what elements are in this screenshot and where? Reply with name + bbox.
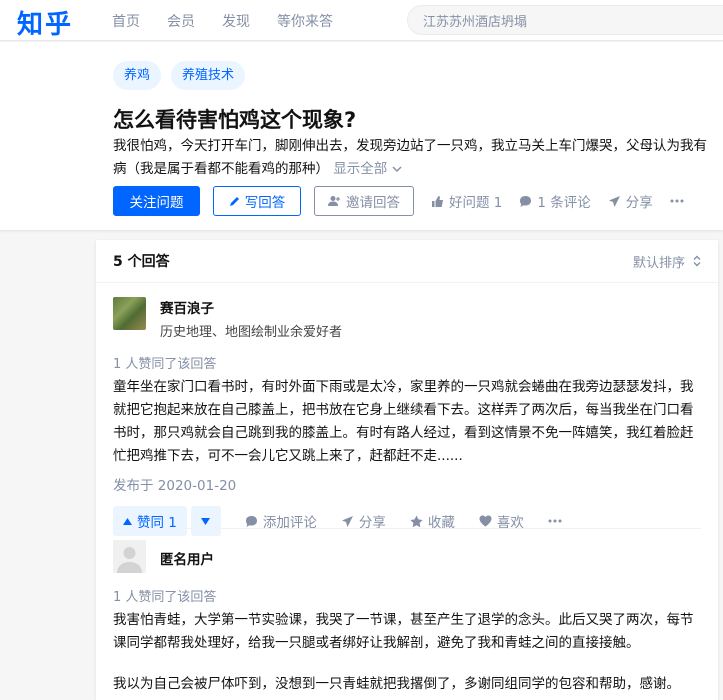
answer-content: 童年坐在家门口看书时，有时外面下雨或是太冷，家里养的一只鸡就会蜷曲在我旁边瑟瑟发… [113,379,694,464]
question-title: 怎么看待害怕鸡这个现象? [113,108,357,132]
comment-icon [519,195,532,208]
answer-author: 赛百浪子 历史地理、地图绘制业余爱好者 [113,297,701,340]
pencil-icon [229,195,241,207]
more-icon [548,519,562,523]
sort-label: 默认排序 [632,255,685,271]
answer-divider [113,528,701,529]
show-all-label: 显示全部 [333,161,388,177]
answers-panel: 5 个回答 默认排序 赛百浪子 历史地理、地图绘制业余爱好者 1 人赞同了该回答… [96,240,718,700]
author-name[interactable]: 赛百浪子 [160,297,342,317]
top-bar: 知乎 首页 会员 发现 等你来答 江苏苏州酒店坍塌 [0,0,723,41]
anonymous-avatar-icon [113,540,146,573]
publish-date[interactable]: 发布于 2020-01-20 [113,474,701,494]
question-share-label: 分享 [625,195,653,211]
share-icon [608,195,621,208]
upvote-button[interactable]: 赞同 1 [113,506,187,536]
follow-question-button[interactable]: 关注问题 [113,186,200,216]
author-name: 匿名用户 [160,552,214,568]
answer-item: 匿名用户 1 人赞同了该回答 我害怕青蛙，大学第一节实验课，我哭了一节课，甚至产… [113,540,701,696]
zhihu-logo[interactable]: 知乎 [17,4,73,41]
question-description-line2: 病（我是属于看都不能看鸡的那种） [113,161,329,177]
topic-tag[interactable]: 养殖技术 [171,61,246,90]
answer-author: 匿名用户 [113,540,701,573]
good-question-label: 好问题 1 [449,195,503,211]
invite-answer-label: 邀请回答 [346,195,400,211]
write-answer-label: 写回答 [244,195,286,211]
triangle-up-icon [123,517,132,525]
question-comments-label: 1 条评论 [537,195,591,211]
answer-actions: 赞同 1 添加评论 分享 收藏 喜欢 [113,506,701,536]
question-description-line1: 我很怕鸡，今天打开车门，脚刚伸出去，发现旁边站了一只鸡，我立马关上车门爆哭，父母… [113,138,707,154]
answers-header: 5 个回答 默认排序 [96,240,718,283]
main-nav: 首页 会员 发现 等你来答 [112,0,333,41]
topic-tag[interactable]: 养鸡 [113,61,162,90]
avatar[interactable] [113,297,146,330]
vote-summary: 1 人赞同了该回答 [113,590,217,605]
question-share-button[interactable]: 分享 [608,191,653,211]
downvote-button[interactable] [190,506,221,536]
more-icon [670,199,684,203]
nav-item-vip[interactable]: 会员 [167,11,195,31]
question-actions: 关注问题 写回答 邀请回答 好问题 1 1 条评论 分享 [113,186,684,216]
more-options-button[interactable] [670,199,684,203]
answer-item: 赛百浪子 历史地理、地图绘制业余爱好者 1 人赞同了该回答 童年坐在家门口看书时… [113,297,701,536]
add-user-icon [328,195,341,207]
good-question-button[interactable]: 好问题 1 [431,191,502,211]
show-all-button[interactable]: 显示全部 [333,161,402,177]
star-icon [410,515,423,528]
answer-more-button[interactable] [548,519,562,523]
nav-item-waiting[interactable]: 等你来答 [277,11,333,31]
author-bio: 历史地理、地图绘制业余爱好者 [160,325,343,340]
thumbs-up-icon [431,195,444,208]
question-comments-button[interactable]: 1 条评论 [519,191,591,211]
comment-icon [245,515,258,528]
answer-count: 5 个回答 [113,254,170,270]
invite-answer-button[interactable]: 邀请回答 [314,186,414,216]
sort-arrows-icon [693,255,701,267]
write-answer-button[interactable]: 写回答 [213,186,301,216]
question-header: 养鸡 养殖技术 怎么看待害怕鸡这个现象? 我很怕鸡，今天打开车门，脚刚伸出去，发… [0,42,723,230]
sort-selector[interactable]: 默认排序 [633,252,701,271]
nav-item-home[interactable]: 首页 [112,11,140,31]
triangle-down-icon [201,517,211,525]
question-description: 我很怕鸡，今天打开车门，脚刚伸出去，发现旁边站了一只鸡，我立马关上车门爆哭，父母… [113,135,713,181]
share-icon [341,515,354,528]
nav-item-explore[interactable]: 发现 [222,11,250,31]
chevron-down-icon [392,166,402,173]
vote-summary: 1 人赞同了该回答 [113,357,217,372]
search-placeholder: 江苏苏州酒店坍塌 [423,14,528,30]
topic-tags: 养鸡 养殖技术 [113,61,246,90]
heart-icon [479,515,492,527]
search-input[interactable]: 江苏苏州酒店坍塌 [407,5,723,35]
answer-content-paragraph: 我害怕青蛙，大学第一节实验课，我哭了一节课，甚至产生了退学的念头。此后又哭了两次… [113,612,694,651]
